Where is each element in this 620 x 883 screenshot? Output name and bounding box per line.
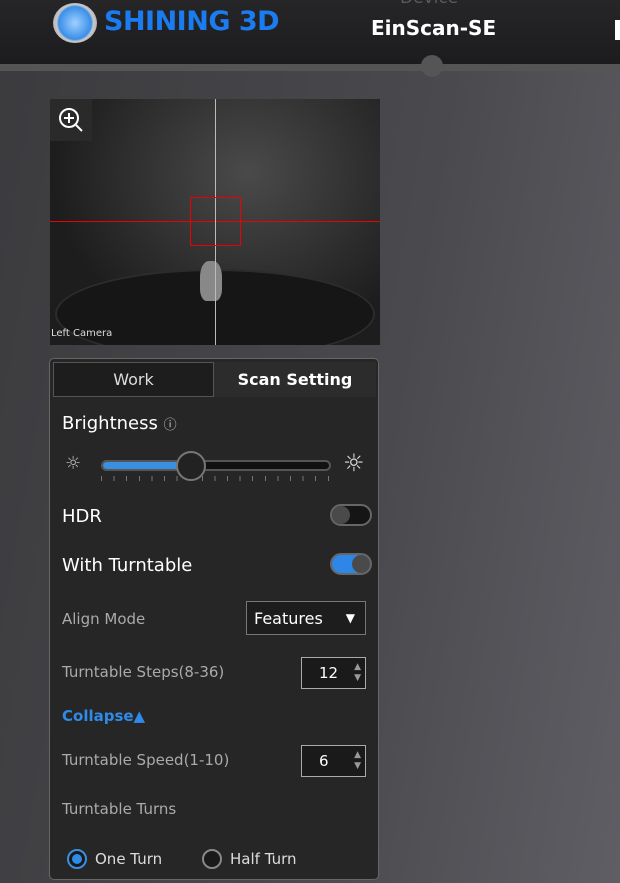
toggle-knob <box>352 555 370 573</box>
brand-name: SHINING 3D <box>104 6 280 37</box>
radio-button[interactable] <box>67 849 87 869</box>
stepper-arrows-icon[interactable]: ▲ ▼ <box>354 662 361 684</box>
radio-button[interactable] <box>202 849 222 869</box>
zoom-in-icon[interactable] <box>50 99 92 141</box>
turntable-toggle[interactable] <box>330 553 372 575</box>
align-mode-label: Align Mode <box>62 610 146 628</box>
speed-value: 6 <box>319 752 329 770</box>
camera-preview: Left Camera <box>50 99 380 345</box>
shining3d-logo-icon <box>53 3 97 43</box>
brightness-low-icon: ☼ <box>65 453 82 474</box>
camera-label: Left Camera <box>51 328 113 339</box>
turntable-steps-stepper[interactable]: 12 ▲ ▼ <box>301 657 366 689</box>
focus-box <box>190 197 241 246</box>
align-mode-select[interactable]: Features ▼ <box>246 601 366 635</box>
brightness-label-text: Brightness <box>62 413 158 434</box>
turntable-speed-stepper[interactable]: 6 ▲ ▼ <box>301 745 366 777</box>
step-progress-bar <box>0 64 620 71</box>
app-header: SHINING 3D Device EinScan-SE <box>0 0 620 64</box>
stepper-arrows-icon[interactable]: ▲ ▼ <box>354 750 361 772</box>
tab-work[interactable]: Work <box>53 362 214 397</box>
toggle-knob <box>332 506 350 524</box>
device-step-label: Device <box>400 0 458 8</box>
turntable-turns-label: Turntable Turns <box>62 800 177 818</box>
next-step-label-edge <box>615 20 620 40</box>
radio-label: Half Turn <box>230 850 297 868</box>
step-progress-indicator <box>421 55 443 77</box>
radio-half-turn[interactable]: Half Turn <box>202 849 297 869</box>
info-icon[interactable]: ⓘ <box>164 418 177 433</box>
device-name: EinScan-SE <box>371 16 497 40</box>
turntable-speed-label: Turntable Speed(1-10) <box>62 751 230 769</box>
scan-object-image <box>200 261 222 301</box>
turntable-steps-label: Turntable Steps(8-36) <box>62 663 225 681</box>
tab-scan-setting[interactable]: Scan Setting <box>214 362 376 397</box>
radio-one-turn[interactable]: One Turn <box>67 849 162 869</box>
brightness-label: Brightness ⓘ <box>62 413 177 434</box>
brightness-slider-thumb[interactable] <box>175 451 206 481</box>
steps-value: 12 <box>319 664 339 682</box>
hdr-toggle[interactable] <box>330 504 372 526</box>
radio-label: One Turn <box>95 850 163 868</box>
brightness-slider[interactable] <box>101 460 331 471</box>
brightness-ticks <box>101 476 331 481</box>
hdr-label: HDR <box>62 506 102 527</box>
settings-panel: Work Scan Setting Brightness ⓘ ☼ ☼ HDR W… <box>49 358 379 880</box>
chevron-down-icon: ▼ <box>345 611 355 625</box>
turntable-label: With Turntable <box>62 555 193 576</box>
align-mode-value: Features <box>254 608 323 628</box>
collapse-link[interactable]: Collapse▲ <box>62 707 145 725</box>
brightness-high-icon: ☼ <box>343 449 365 477</box>
